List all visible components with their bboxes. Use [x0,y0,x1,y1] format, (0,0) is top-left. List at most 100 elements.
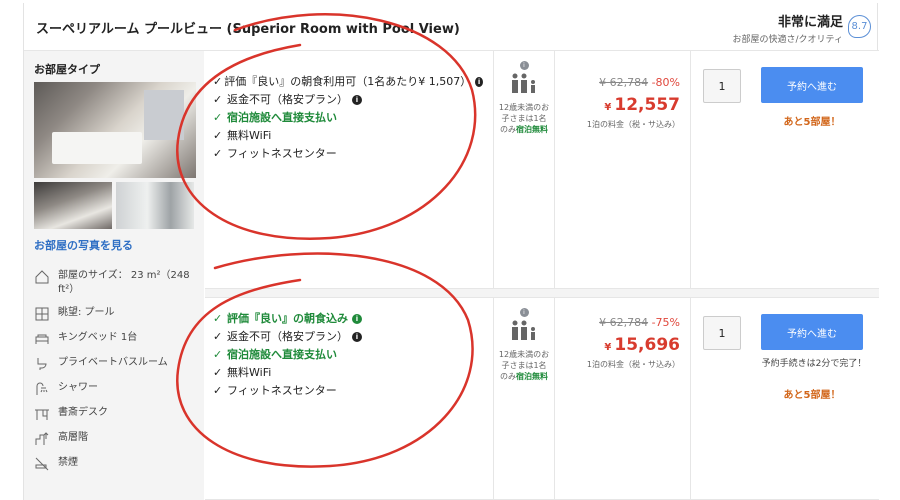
occupancy-note: 12歳未満のお子さまは1名のみ宿泊無料 [494,349,554,382]
bathroom-icon [37,358,47,370]
room-listing-card: スーペリアルーム プールビュー (Superior Room with Pool… [23,3,879,500]
occupancy-free-label: 宿泊無料 [516,125,548,134]
room-feature-shower: シャワー [34,381,98,397]
check-icon: ✓ [213,75,223,88]
room-feature-size: 部屋のサイズ： 23 m²（248 ft²） [34,269,204,297]
benefit-item: ✓ 無料WiFi [213,364,483,382]
no-smoking-icon [35,457,49,471]
feature-label: 部屋のサイズ： 23 m²（248 ft²） [58,270,190,295]
currency-symbol: ¥ [604,102,612,113]
current-price: 12,557 [614,95,680,115]
room-photo-thumbnail[interactable] [116,182,194,229]
room-title[interactable]: スーペリアルーム プールビュー (Superior Room with Pool… [36,18,460,37]
feature-label: 書斎デスク [58,407,108,418]
benefit-item: ✓ フィットネスセンター [213,382,483,400]
benefit-label: 返金不可（格安プラン） [227,93,348,106]
fast-booking-note: 予約手続きは2分で完了！ [761,359,867,369]
benefit-label: 宿泊施設へ直接支払い [227,111,337,124]
shower-icon [36,382,48,395]
view-icon [35,307,49,321]
current-price-row: ¥15,696 [555,335,680,355]
room-photo-main[interactable] [34,82,196,178]
benefit-label: フィットネスセンター [227,384,337,397]
benefit-item: ✓ 評価『良い』の朝食利用可（1名あたり¥ 1,507） i [213,73,483,91]
currency-symbol: ¥ [604,342,612,353]
info-icon[interactable]: i [352,332,362,342]
check-icon: ✓ [213,93,223,106]
rating-word: 非常に満足 [777,15,843,30]
original-price-row: ¥ 62,784 -75% [555,316,680,329]
feature-label: プライベートバスルーム [58,357,168,368]
occupancy-column: i 12歳未満のお子さまは1名のみ宿泊無料 [493,298,555,499]
rate-option: ✓ 評価『良い』の朝食利用可（1名あたり¥ 1,507） i ✓ 返金不可（格安プラン… [205,51,879,289]
rate-option: ✓ 評価『良い』の朝食込み i ✓ 返金不可（格安プラン） i ✓ 宿泊施設へ直接支払い … [205,297,879,500]
feature-label: 眺望: プール [58,307,115,318]
room-type-panel: お部屋タイプ お部屋の写真を見る 部屋のサイズ： 23 m²（248 ft²） … [24,51,204,500]
desk-icon [35,409,49,420]
benefit-item: ✓ フィットネスセンター [213,145,483,163]
occupancy-people-icon [494,319,554,343]
benefit-item: ✓ 返金不可（格安プラン） i [213,91,483,109]
score-badge: 8.7 [848,15,871,38]
benefit-item: ✓ 宿泊施設へ直接支払い [213,109,483,127]
room-feature-no-smoking: 禁煙 [34,456,78,472]
benefit-label: 評価『良い』の朝食利用可（1名あたり¥ 1,507） [224,75,472,88]
occupancy-column: i 12歳未満のお子さまは1名のみ宿泊無料 [493,51,555,288]
occupancy-free-label: 宿泊無料 [516,372,548,381]
room-photo-window [144,90,184,140]
occupancy-info-icon[interactable]: i [519,61,529,70]
benefit-list: ✓ 評価『良い』の朝食利用可（1名あたり¥ 1,507） i ✓ 返金不可（格安プラン… [213,73,483,163]
benefit-label: フィットネスセンター [227,147,337,160]
offer-separator [205,289,879,297]
view-room-photos-link[interactable]: お部屋の写真を見る [34,237,133,253]
feature-label: 高層階 [58,432,88,443]
price-note: 1泊の料金（税・サ込み） [586,360,680,369]
room-photo-bed [52,132,142,164]
bed-icon [35,334,49,344]
check-icon: ✓ [213,348,223,361]
benefit-label: 評価『良い』の朝食込み [227,312,348,325]
check-icon: ✓ [213,111,223,124]
occupancy-people-icon [494,72,554,96]
room-photo-thumbnail[interactable] [34,182,112,229]
rooms-left-notice: あと5部屋！ [783,390,841,401]
discount-badge: -75% [651,316,680,329]
check-icon: ✓ [213,330,223,343]
room-quantity-select[interactable]: 1 [703,316,741,350]
check-icon: ✓ [213,147,223,160]
benefit-item: ✓ 無料WiFi [213,127,483,145]
check-icon: ✓ [213,312,223,325]
room-feature-bathroom: プライベートバスルーム [34,356,168,372]
benefit-item: ✓ 返金不可（格安プラン） i [213,328,483,346]
room-feature-desk: 書斎デスク [34,406,108,422]
price-note: 1泊の料金（税・サ込み） [586,120,680,129]
info-icon[interactable]: i [352,95,362,105]
discount-badge: -80% [651,76,680,89]
check-icon: ✓ [213,129,223,142]
feature-label: 禁煙 [58,457,78,468]
rating-subtitle: お部屋の快適さ/クオリティ [732,35,844,45]
feature-label: シャワー [58,382,98,393]
current-price: 15,696 [614,335,680,355]
benefit-label: 返金不可（格安プラン） [227,330,348,343]
check-icon: ✓ [213,366,223,379]
benefit-label: 無料WiFi [227,129,272,142]
current-price-row: ¥12,557 [555,95,680,115]
occupancy-info-icon[interactable]: i [519,308,529,317]
info-icon[interactable]: i [352,314,362,324]
room-header: スーペリアルーム プールビュー (Superior Room with Pool… [24,3,879,51]
room-size-icon [35,270,49,284]
book-now-button[interactable]: 予約へ進む [761,67,863,103]
benefit-label: 宿泊施設へ直接支払い [227,348,337,361]
info-icon[interactable]: i [475,77,483,87]
room-quantity-select[interactable]: 1 [703,69,741,103]
feature-label: キングベッド 1台 [58,332,138,343]
occupancy-note: 12歳未満のお子さまは1名のみ宿泊無料 [494,102,554,135]
book-now-button[interactable]: 予約へ進む [761,314,863,350]
high-floor-icon [35,432,49,445]
room-feature-view: 眺望: プール [34,306,115,322]
check-icon: ✓ [213,384,223,397]
rooms-left-notice: あと5部屋！ [783,117,841,128]
original-price: ¥ 62,784 [599,316,649,329]
room-feature-bed: キングベッド 1台 [34,331,137,347]
